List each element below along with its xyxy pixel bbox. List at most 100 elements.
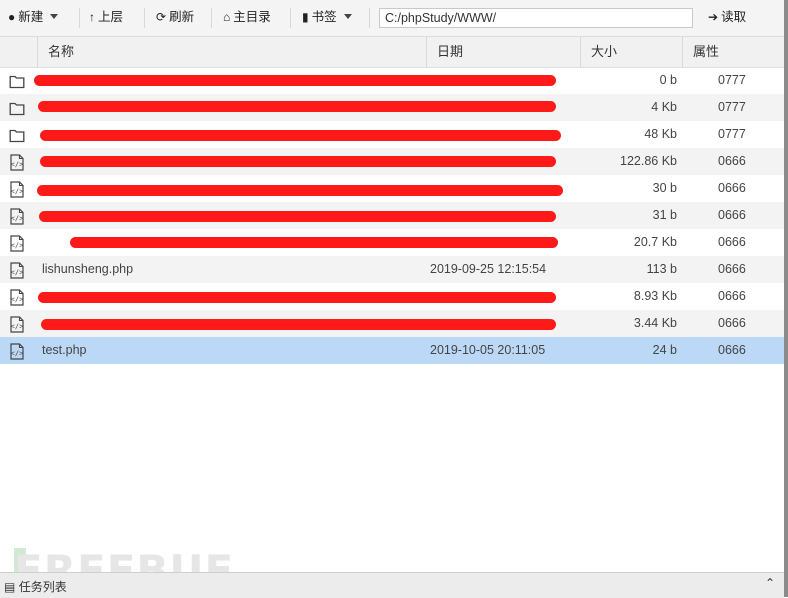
redaction-mark (38, 101, 556, 112)
column-date-label: 日期 (437, 44, 464, 59)
redaction-mark (38, 292, 556, 303)
file-name: test.php (42, 343, 87, 357)
file-permissions: 0777 (718, 100, 746, 114)
svg-text:</>: </> (11, 161, 24, 169)
file-permissions: 0666 (718, 289, 746, 303)
svg-text:</>: </> (11, 296, 24, 304)
chevron-up-icon[interactable]: ⌃ (765, 576, 775, 590)
toolbar-divider (144, 8, 145, 28)
file-date: 2019-09-25 12:15:54 (430, 262, 547, 276)
redaction-mark (40, 130, 561, 141)
folder-icon (9, 126, 25, 143)
file-row[interactable]: 4 Kb 0777 (0, 94, 784, 121)
toolbar-divider (79, 8, 80, 28)
read-button[interactable]: ➔ 读取 (708, 6, 746, 28)
svg-text:</>: </> (11, 350, 24, 358)
php-file-icon: </> (9, 153, 25, 171)
column-size[interactable]: 大小 (580, 37, 682, 67)
file-permissions: 0777 (718, 73, 746, 87)
file-size: 3.44 Kb (633, 316, 677, 330)
column-date[interactable]: 日期 (426, 37, 580, 67)
column-header: 名称 日期 大小 属性 (0, 37, 784, 68)
column-attr[interactable]: 属性 (682, 37, 784, 67)
plus-circle-icon: ● (8, 10, 16, 24)
redaction-mark (41, 319, 556, 330)
refresh-icon: ⟳ (156, 10, 167, 24)
file-size: 30 b (652, 181, 677, 195)
svg-text:</>: </> (11, 323, 24, 331)
new-button[interactable]: ● 新建 (8, 6, 59, 28)
list-icon: ▤ (4, 580, 16, 594)
file-row[interactable]: </> 31 b 0666 (0, 202, 784, 229)
redaction-mark (40, 156, 556, 167)
file-row[interactable]: 0 b 0777 (0, 67, 784, 94)
file-list: 0 b 0777 4 Kb 0777 48 Kb 0777 </> 122.86 Kb 0666… (0, 67, 784, 364)
new-label: 新建 (18, 10, 44, 24)
php-file-icon: </> (9, 207, 25, 225)
file-row[interactable]: </> test.php 2019-10-05 20:11:05 24 b 0666 (0, 337, 784, 364)
file-size: 113 b (646, 262, 677, 276)
file-name: lishunsheng.php (42, 262, 134, 276)
column-attr-label: 属性 (693, 44, 720, 59)
file-size: 31 b (652, 208, 677, 222)
file-size: 0 b (659, 73, 677, 87)
file-size: 48 Kb (644, 127, 677, 141)
file-size: 24 b (652, 343, 677, 357)
svg-text:</>: </> (11, 188, 24, 196)
file-row[interactable]: </> 122.86 Kb 0666 (0, 148, 784, 175)
file-permissions: 0666 (718, 208, 746, 222)
bookmark-button[interactable]: ▮ 书签 (302, 6, 352, 28)
toolbar-divider (369, 8, 370, 28)
file-permissions: 0666 (718, 262, 746, 276)
redaction-mark (34, 75, 556, 86)
folder-icon (9, 72, 25, 89)
php-file-icon: </> (9, 315, 25, 333)
bookmark-label: 书签 (311, 10, 337, 24)
dropdown-caret-icon (343, 14, 352, 19)
up-button[interactable]: ↑ 上层 (89, 6, 123, 28)
column-name[interactable]: 名称 (37, 37, 426, 67)
toolbar-divider (290, 8, 291, 28)
file-permissions: 0666 (718, 154, 746, 168)
file-row[interactable]: </> 30 b 0666 (0, 175, 784, 202)
file-row[interactable]: 48 Kb 0777 (0, 121, 784, 148)
refresh-label: 刷新 (169, 10, 195, 24)
toolbar: ●新建 ↑上层 ⟳刷新 ⌂主目录 ▮书签 ➔读取 (0, 0, 784, 37)
toolbar-divider (211, 8, 212, 28)
arrow-right-icon: ➔ (708, 10, 719, 24)
file-size: 20.7 Kb (633, 235, 677, 249)
refresh-button[interactable]: ⟳ 刷新 (156, 6, 194, 28)
file-size: 4 Kb (651, 100, 677, 114)
php-file-icon: </> (9, 234, 25, 252)
file-permissions: 0666 (718, 316, 746, 330)
redaction-mark (70, 237, 558, 248)
home-button[interactable]: ⌂ 主目录 (223, 6, 271, 28)
php-file-icon: </> (9, 342, 25, 360)
file-permissions: 0777 (718, 127, 746, 141)
folder-icon (9, 99, 25, 116)
up-label: 上层 (98, 10, 124, 24)
file-permissions: 0666 (718, 343, 746, 357)
php-file-icon: </> (9, 180, 25, 198)
redaction-mark (37, 185, 563, 196)
file-permissions: 0666 (718, 181, 746, 195)
dropdown-caret-icon (50, 14, 59, 19)
redaction-mark (39, 211, 556, 222)
php-file-icon: </> (9, 288, 25, 306)
file-row[interactable]: </> lishunsheng.php 2019-09-25 12:15:54 113… (0, 256, 784, 283)
arrow-up-icon: ↑ (89, 10, 95, 24)
path-input[interactable] (379, 8, 693, 28)
file-row[interactable]: </> 3.44 Kb 0666 (0, 310, 784, 337)
file-row[interactable]: </> 20.7 Kb 0666 (0, 229, 784, 256)
svg-text:</>: </> (11, 242, 24, 250)
file-permissions: 0666 (718, 235, 746, 249)
read-label: 读取 (721, 10, 747, 24)
file-size: 8.93 Kb (633, 289, 677, 303)
task-list-toggle[interactable]: ▤ 任务列表 (4, 578, 67, 595)
php-file-icon: </> (9, 261, 25, 279)
file-row[interactable]: </> 8.93 Kb 0666 (0, 283, 784, 310)
file-size: 122.86 Kb (620, 154, 677, 168)
home-icon: ⌂ (223, 10, 231, 24)
vertical-scrollbar[interactable] (784, 0, 788, 597)
column-name-label: 名称 (48, 44, 75, 59)
